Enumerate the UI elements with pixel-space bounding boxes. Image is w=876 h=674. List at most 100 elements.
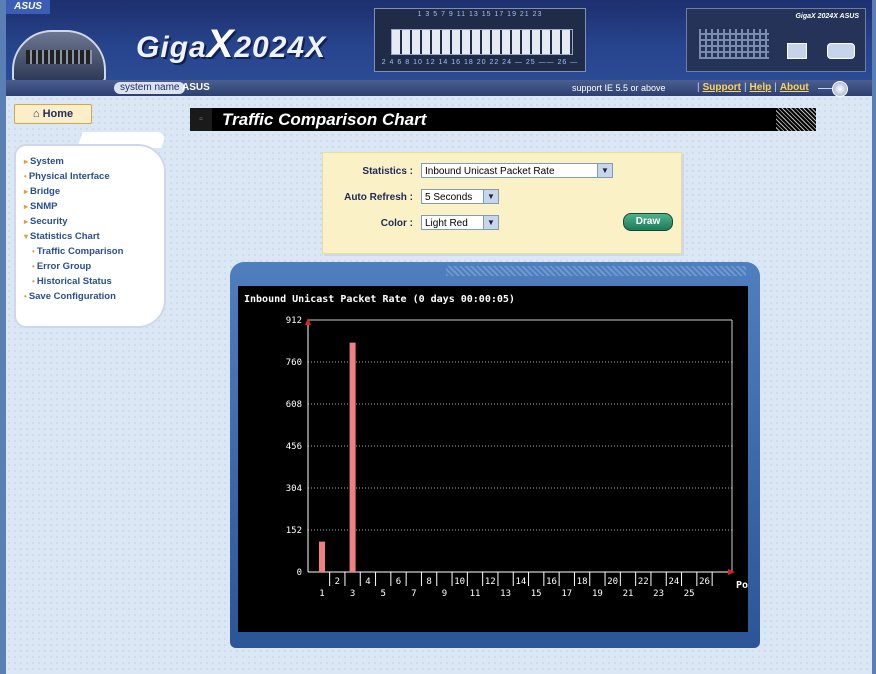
refresh-select[interactable]: 5 Seconds ▼ xyxy=(421,189,499,204)
nav-item-save-configuration[interactable]: • Save Configuration xyxy=(24,289,164,304)
nav-item-physical-interface[interactable]: • Physical Interface xyxy=(24,169,164,184)
chart-settings-form: Statistics : Inbound Unicast Packet Rate… xyxy=(322,152,682,254)
nav-item-statistics-chart[interactable]: ▾ Statistics Chart xyxy=(24,229,164,244)
about-link[interactable]: About xyxy=(780,82,809,93)
chevron-down-icon: ▼ xyxy=(483,216,498,229)
bar-chart: Inbound Unicast Packet Rate (0 days 00:0… xyxy=(244,293,748,599)
x-tick-label: 3 xyxy=(350,589,355,599)
x-tick-label: 20 xyxy=(607,577,618,587)
logout-icon[interactable] xyxy=(832,81,848,97)
switch-device-image xyxy=(12,30,106,82)
x-tick-label: 6 xyxy=(396,577,401,587)
x-tick-label: 1 xyxy=(319,589,324,599)
x-tick-label: 26 xyxy=(699,577,710,587)
x-tick-label: 16 xyxy=(546,577,557,587)
x-tick-label: 14 xyxy=(515,577,526,587)
app-frame: ASUS GigaX2024X 1 3 5 7 9 11 13 15 17 19… xyxy=(6,0,872,674)
nav-item-label: Security xyxy=(30,216,68,227)
nav-item-bridge[interactable]: ▸ Bridge xyxy=(24,184,164,199)
port-row xyxy=(391,29,573,55)
nav-item-label: Traffic Comparison xyxy=(36,246,124,257)
home-tab[interactable]: ⌂ Home xyxy=(14,104,92,124)
divider-line xyxy=(818,88,832,89)
port-numbers-bottom: 2 4 6 8 10 12 14 16 18 20 22 24 — 25 —— … xyxy=(381,59,579,66)
color-select[interactable]: Light Red ▼ xyxy=(421,215,499,230)
page-title-bar: ▫ Traffic Comparison Chart xyxy=(190,108,816,131)
brand-model: 2024X xyxy=(234,31,327,64)
x-tick-label: 11 xyxy=(470,589,481,599)
color-value: Light Red xyxy=(425,218,468,229)
statistics-value: Inbound Unicast Packet Rate xyxy=(425,166,555,177)
home-icon: ⌂ xyxy=(32,108,40,120)
chart-area: Inbound Unicast Packet Rate (0 days 00:0… xyxy=(238,286,748,632)
color-label: Color : xyxy=(380,218,413,229)
y-axis-arrow-icon xyxy=(305,318,311,325)
nav-item-label: Physical Interface xyxy=(28,171,110,182)
statistics-select[interactable]: Inbound Unicast Packet Rate ▼ xyxy=(421,163,613,178)
refresh-label: Auto Refresh : xyxy=(344,192,413,203)
help-link[interactable]: Help xyxy=(750,82,772,93)
nav-item-system[interactable]: ▸ System xyxy=(24,154,164,169)
system-name-label: system name xyxy=(114,82,186,94)
nav-item-label: Statistics Chart xyxy=(30,231,100,242)
support-link[interactable]: Support xyxy=(703,82,741,93)
x-tick-label: 15 xyxy=(531,589,542,599)
draw-button[interactable]: Draw xyxy=(623,213,673,231)
nav-item-error-group[interactable]: • Error Group xyxy=(24,259,164,274)
led-grid xyxy=(699,29,769,59)
power-port xyxy=(827,43,855,59)
asus-logo: ASUS xyxy=(6,0,50,14)
x-tick-label: 25 xyxy=(684,589,695,599)
statistics-label: Statistics : xyxy=(362,166,413,177)
x-tick-label: 2 xyxy=(335,577,340,587)
nav-item-label: Bridge xyxy=(30,186,61,197)
switch-front-panel: GigaX 2024X ASUS xyxy=(686,8,866,72)
x-tick-label: 7 xyxy=(411,589,416,599)
home-label: Home xyxy=(42,108,74,120)
x-tick-label: 21 xyxy=(623,589,634,599)
x-tick-label: 13 xyxy=(500,589,511,599)
y-tick-label: 912 xyxy=(286,316,302,326)
x-tick-label: 4 xyxy=(365,577,370,587)
title-decoration xyxy=(776,108,816,131)
y-tick-label: 304 xyxy=(286,484,302,494)
product-brand: GigaX2024X xyxy=(136,22,326,67)
y-tick-label: 0 xyxy=(297,568,302,578)
nav-item-label: Error Group xyxy=(36,261,92,272)
support-note: support IE 5.5 or above xyxy=(572,83,666,93)
x-tick-label: 22 xyxy=(638,577,649,587)
x-tick-label: 24 xyxy=(668,577,679,587)
x-tick-label: 10 xyxy=(454,577,465,587)
title-bullet-icon: ▫ xyxy=(190,108,212,131)
chart-title: Inbound Unicast Packet Rate (0 days 00:0… xyxy=(244,293,515,305)
x-axis-label: Port xyxy=(736,580,748,591)
system-name-value: ASUS xyxy=(182,82,210,93)
switch-port-panel: 1 3 5 7 9 11 13 15 17 19 21 23 2 4 6 8 1… xyxy=(374,8,586,72)
refresh-row: Auto Refresh : 5 Seconds ▼ xyxy=(323,189,681,207)
bar xyxy=(349,342,356,572)
y-tick-label: 608 xyxy=(286,400,302,410)
page-title: Traffic Comparison Chart xyxy=(222,110,427,129)
port-numbers-top: 1 3 5 7 9 11 13 15 17 19 21 23 xyxy=(417,11,543,18)
y-tick-label: 152 xyxy=(286,526,302,536)
x-tick-label: 9 xyxy=(442,589,447,599)
nav-item-historical-status[interactable]: • Historical Status xyxy=(24,274,164,289)
nav-item-label: Historical Status xyxy=(36,276,112,287)
header-banner: ASUS GigaX2024X 1 3 5 7 9 11 13 15 17 19… xyxy=(6,0,872,82)
nav-item-traffic-comparison[interactable]: • Traffic Comparison xyxy=(24,244,164,259)
brand-prefix: Giga xyxy=(136,31,207,64)
y-tick-label: 456 xyxy=(286,442,302,452)
nav-item-security[interactable]: ▸ Security xyxy=(24,214,164,229)
top-links: | Support | Help | About xyxy=(697,82,809,93)
nav-item-label: System xyxy=(30,156,64,167)
nav-item-snmp[interactable]: ▸ SNMP xyxy=(24,199,164,214)
device-label: GigaX 2024X ASUS xyxy=(795,13,859,20)
console-port xyxy=(787,43,807,59)
x-tick-label: 23 xyxy=(653,589,664,599)
refresh-value: 5 Seconds xyxy=(425,192,473,203)
y-tick-label: 760 xyxy=(286,358,302,368)
chevron-down-icon: ▼ xyxy=(483,190,498,203)
statistics-row: Statistics : Inbound Unicast Packet Rate… xyxy=(323,163,681,181)
brand-x: X xyxy=(206,22,235,66)
x-tick-label: 18 xyxy=(577,577,588,587)
